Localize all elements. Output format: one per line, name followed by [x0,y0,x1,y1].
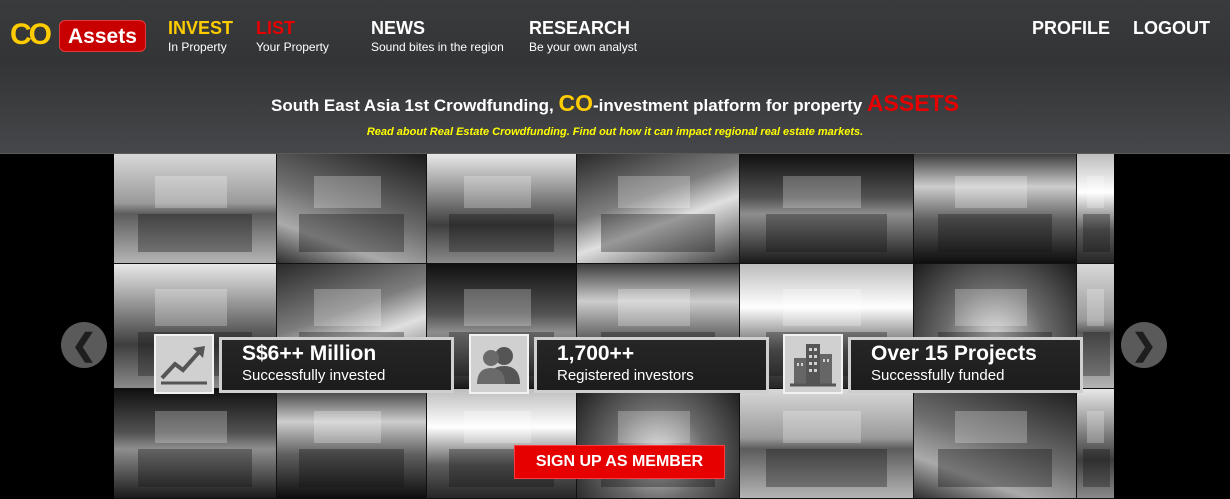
nav-invest-title: INVEST [168,18,234,38]
nav-news[interactable]: NEWS Sound bites in the region [371,18,504,54]
property-photo-tile [277,154,427,264]
property-photo-tile [740,389,914,499]
property-photo-tile [114,154,277,264]
nav-list[interactable]: LIST Your Property [256,18,329,54]
nav-list-title: LIST [256,18,295,38]
nav-news-title: NEWS [371,18,425,38]
logo-assets-badge: Assets [59,20,146,52]
tagline-part1: South East Asia 1st Crowdfunding, [271,96,559,115]
stat-projects-label: Successfully funded [871,367,1005,384]
property-photo-tile [1077,389,1114,499]
carousel-next-arrow-icon[interactable]: ❯ [1121,322,1167,368]
chart-up-icon [154,334,214,394]
subtagline-link[interactable]: Read about Real Estate Crowdfunding. Fin… [0,126,1230,138]
nav-research-subtitle: Be your own analyst [529,40,638,54]
property-photo-tile [114,389,277,499]
stat-projects-value: Over 15 Projects [871,342,1037,365]
carousel-prev-arrow-icon[interactable]: ❮ [61,322,107,368]
property-photo-tile [427,154,577,264]
stat-projects: Over 15 Projects Successfully funded [848,337,1083,393]
property-photo-tile [914,389,1077,499]
nav-profile-link[interactable]: PROFILE [1032,18,1110,38]
users-icon [469,334,529,394]
property-photo-tile [914,154,1077,264]
nav-research-title: RESEARCH [529,18,631,38]
logo-co-mark: CO [10,18,52,51]
property-photo-tile [277,389,427,499]
nav-list-subtitle: Your Property [256,40,329,54]
stat-invested-value: S$6++ Million [242,342,377,365]
top-header: CO Assets INVEST In Property LIST Your P… [0,0,1230,154]
tagline-co: CO [558,90,594,116]
nav-invest[interactable]: INVEST In Property [168,18,233,54]
stat-investors-value: 1,700++ [557,342,635,365]
nav-news-subtitle: Sound bites in the region [371,40,504,54]
buildings-icon [783,334,843,394]
property-photo-tile [577,154,740,264]
property-photo-tile [740,154,914,264]
property-photo-tile [1077,154,1114,264]
property-photo-tile [577,389,740,499]
stat-invested: S$6++ Million Successfully invested [219,337,454,393]
hero-section: ❮ ❯ S$6++ Million Successfully invested … [0,154,1230,499]
logo[interactable]: CO Assets [10,18,146,54]
nav-invest-subtitle: In Property [168,40,227,54]
nav-logout-link[interactable]: LOGOUT [1133,18,1210,38]
signup-button[interactable]: SIGN UP AS MEMBER [514,445,725,479]
stat-investors-label: Registered investors [557,367,694,384]
tagline-part2: -investment platform for property [593,96,867,115]
property-photo-tile [427,389,577,499]
nav-research[interactable]: RESEARCH Be your own analyst [529,18,637,54]
stat-investors: 1,700++ Registered investors [534,337,769,393]
tagline: South East Asia 1st Crowdfunding, CO-inv… [0,90,1230,117]
stat-invested-label: Successfully invested [242,367,386,384]
tagline-assets: ASSETS [866,90,959,116]
